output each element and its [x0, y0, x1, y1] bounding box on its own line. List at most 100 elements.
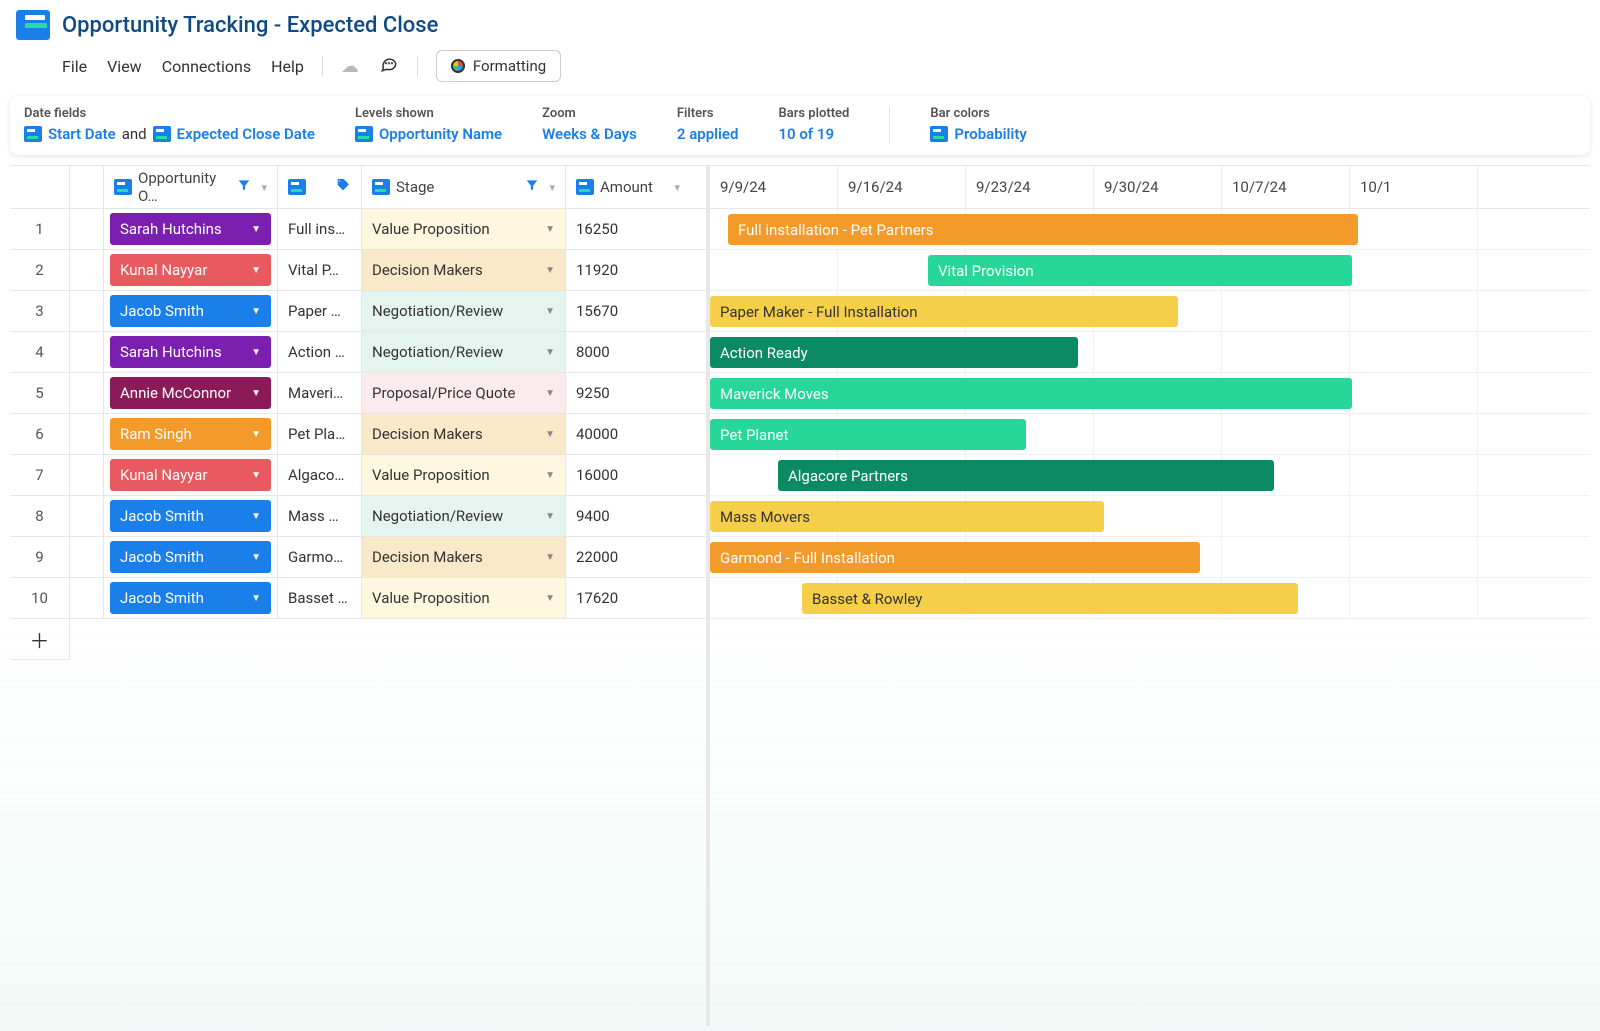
comments-icon[interactable]: [379, 55, 399, 78]
opportunity-name-cell[interactable]: Full ins…: [278, 209, 362, 249]
opportunity-name-cell[interactable]: Action …: [278, 332, 362, 372]
opportunity-name-cell[interactable]: Vital P…: [278, 250, 362, 290]
amount-cell[interactable]: 9250: [566, 373, 690, 413]
cloud-sync-icon[interactable]: ☁: [341, 56, 359, 77]
stage-cell[interactable]: Negotiation/Review▼: [362, 332, 565, 372]
amount-cell[interactable]: 8000: [566, 332, 690, 372]
table-row: 1Sarah Hutchins▼Full ins…Value Propositi…: [10, 209, 706, 250]
owner-column-header[interactable]: Opportunity O… ▾: [104, 166, 278, 208]
opportunity-name-cell[interactable]: Paper …: [278, 291, 362, 331]
app-logo-icon[interactable]: [16, 10, 50, 40]
column-menu-caret-icon[interactable]: ▾: [549, 181, 555, 194]
amount-column-header[interactable]: Amount ▾: [566, 166, 690, 208]
opportunity-name-cell[interactable]: Algaco…: [278, 455, 362, 495]
stage-cell[interactable]: Value Proposition▼: [362, 578, 565, 618]
row-number: 3: [10, 291, 70, 331]
menu-connections[interactable]: Connections: [162, 57, 251, 76]
owner-chip[interactable]: Annie McConnor▼: [110, 377, 271, 409]
zoom-value[interactable]: Weeks & Days: [542, 125, 637, 143]
stage-cell[interactable]: Value Proposition▼: [362, 455, 565, 495]
amount-cell[interactable]: 16000: [566, 455, 690, 495]
gantt-bar[interactable]: Pet Planet: [710, 419, 1026, 450]
gantt-bar[interactable]: Vital Provision: [928, 255, 1352, 286]
gantt-bar[interactable]: Mass Movers: [710, 501, 1104, 532]
amount-cell[interactable]: 22000: [566, 537, 690, 577]
amount-cell[interactable]: 15670: [566, 291, 690, 331]
column-menu-caret-icon[interactable]: ▾: [674, 181, 680, 194]
end-date-field: Expected Close Date: [177, 125, 315, 143]
column-menu-caret-icon[interactable]: ▾: [261, 181, 267, 194]
menu-file[interactable]: File: [62, 57, 87, 76]
stage-cell[interactable]: Decision Makers▼: [362, 250, 565, 290]
amount-cell[interactable]: 9400: [566, 496, 690, 536]
table-row: 4Sarah Hutchins▼Action …Negotiation/Revi…: [10, 332, 706, 373]
menu-help[interactable]: Help: [271, 57, 304, 76]
gantt-bar[interactable]: Paper Maker - Full Installation: [710, 296, 1178, 327]
expand-cell[interactable]: [70, 250, 104, 290]
expand-cell[interactable]: [70, 332, 104, 372]
owner-chip[interactable]: Jacob Smith▼: [110, 295, 271, 327]
gantt-bar[interactable]: Basset & Rowley: [802, 583, 1298, 614]
opportunity-name-cell[interactable]: Basset …: [278, 578, 362, 618]
timeline-date-header: 9/9/24: [710, 166, 838, 208]
owner-chip[interactable]: Sarah Hutchins▼: [110, 213, 271, 245]
timeline-row: Algacore Partners: [710, 455, 1590, 496]
owner-chip[interactable]: Kunal Nayyar▼: [110, 254, 271, 286]
gantt-bar[interactable]: Maverick Moves: [710, 378, 1352, 409]
opportunity-name-cell[interactable]: Pet Pla…: [278, 414, 362, 454]
bars-plotted-value[interactable]: 10 of 19: [778, 125, 849, 143]
opportunity-name-cell[interactable]: Mass …: [278, 496, 362, 536]
amount-cell[interactable]: 11920: [566, 250, 690, 290]
bar-colors-value[interactable]: Probability: [930, 125, 1026, 143]
gantt-timeline[interactable]: 9/9/249/16/249/23/249/30/2410/7/2410/1 F…: [710, 165, 1590, 1026]
filter-icon[interactable]: [237, 178, 251, 196]
owner-chip[interactable]: Jacob Smith▼: [110, 541, 271, 573]
opportunity-name-cell[interactable]: Maveri…: [278, 373, 362, 413]
gantt-bar[interactable]: Full installation - Pet Partners: [728, 214, 1358, 245]
expand-cell[interactable]: [70, 578, 104, 618]
timeline-date-header: 9/23/24: [966, 166, 1094, 208]
expand-cell[interactable]: [70, 291, 104, 331]
field-icon: [930, 126, 948, 142]
expand-cell[interactable]: [70, 455, 104, 495]
stage-column-header[interactable]: Stage ▾: [362, 166, 566, 208]
stage-cell[interactable]: Proposal/Price Quote▼: [362, 373, 565, 413]
amount-cell[interactable]: 16250: [566, 209, 690, 249]
owner-chip[interactable]: Jacob Smith▼: [110, 500, 271, 532]
opportunity-name-cell[interactable]: Garmo…: [278, 537, 362, 577]
expand-cell[interactable]: [70, 414, 104, 454]
add-row-button[interactable]: ＋: [10, 619, 70, 660]
owner-chip[interactable]: Jacob Smith▼: [110, 582, 271, 614]
date-fields-value[interactable]: Start Date and Expected Close Date: [24, 125, 315, 143]
owner-chip[interactable]: Sarah Hutchins▼: [110, 336, 271, 368]
gantt-bar[interactable]: Garmond - Full Installation: [710, 542, 1200, 573]
expand-cell[interactable]: [70, 537, 104, 577]
expand-cell[interactable]: [70, 373, 104, 413]
menu-view[interactable]: View: [107, 57, 142, 76]
levels-shown-value[interactable]: Opportunity Name: [355, 125, 502, 143]
timeline-date-header: 10/7/24: [1222, 166, 1350, 208]
owner-chip[interactable]: Kunal Nayyar▼: [110, 459, 271, 491]
expand-cell[interactable]: [70, 496, 104, 536]
chevron-down-icon: ▼: [545, 470, 555, 481]
filter-icon[interactable]: [525, 178, 539, 196]
amount-cell[interactable]: 17620: [566, 578, 690, 618]
chevron-down-icon: ▼: [251, 429, 261, 440]
field-icon: [114, 179, 132, 195]
stage-cell[interactable]: Value Proposition▼: [362, 209, 565, 249]
gantt-bar[interactable]: Algacore Partners: [778, 460, 1274, 491]
gantt-bar[interactable]: Action Ready: [710, 337, 1078, 368]
chevron-down-icon: ▼: [545, 347, 555, 358]
stage-cell[interactable]: Negotiation/Review▼: [362, 291, 565, 331]
stage-cell[interactable]: Negotiation/Review▼: [362, 496, 565, 536]
chevron-down-icon: ▼: [251, 388, 261, 399]
owner-chip[interactable]: Ram Singh▼: [110, 418, 271, 450]
expand-cell[interactable]: [70, 209, 104, 249]
filters-value[interactable]: 2 applied: [677, 125, 739, 143]
formatting-button[interactable]: Formatting: [436, 50, 561, 82]
stage-cell[interactable]: Decision Makers▼: [362, 414, 565, 454]
stage-cell[interactable]: Decision Makers▼: [362, 537, 565, 577]
amount-cell[interactable]: 40000: [566, 414, 690, 454]
table-row: 9Jacob Smith▼Garmo…Decision Makers▼22000: [10, 537, 706, 578]
opportunity-column-header[interactable]: [278, 166, 362, 208]
